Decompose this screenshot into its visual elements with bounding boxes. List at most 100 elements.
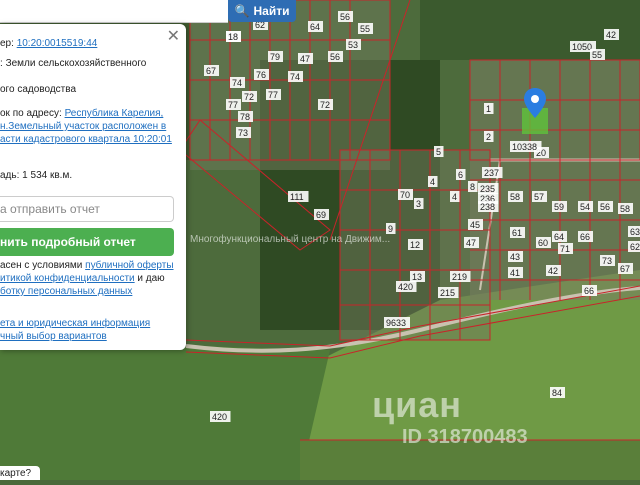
plot-number-label: 79	[270, 52, 280, 62]
offer-link[interactable]: публичной оферты	[85, 260, 173, 271]
plot-number-label: 215	[440, 288, 455, 298]
address-line2[interactable]: н.Земельный участок расположен в	[0, 121, 166, 133]
plot-number-label: 61	[512, 228, 522, 238]
plot-number-label: 5	[436, 147, 441, 157]
plot-number-label: 70	[400, 190, 410, 200]
search-icon: 🔍	[234, 4, 250, 18]
plot-number-label: 420	[212, 412, 227, 422]
plot-number-label: 2	[486, 132, 491, 142]
plot-number-label: 84	[552, 388, 562, 398]
plot-number-label: 111	[290, 192, 304, 202]
plot-number-label: 56	[330, 52, 340, 62]
plot-number-label: 420	[398, 282, 413, 292]
watermark: циан ID 318700483	[372, 384, 528, 448]
category-label: :	[0, 58, 3, 69]
plot-number-label: 58	[620, 204, 630, 214]
plot-number-label: 67	[620, 264, 630, 274]
plot-number-label: 9	[388, 224, 393, 234]
plot-number-label: 1	[486, 104, 491, 114]
plot-number-label: 12	[410, 240, 420, 250]
plot-number-label: 72	[320, 100, 330, 110]
cadastral-row: ер: 10:20:0015519:44	[0, 38, 97, 50]
plot-number-label: 9633	[386, 318, 406, 328]
plot-number-label: 56	[340, 12, 350, 22]
plot-number-label: 78	[240, 112, 250, 122]
plot-number-label: 77	[228, 100, 238, 110]
choice-link[interactable]: чный выбор вариантов	[0, 331, 107, 343]
plot-number-label: 73	[602, 256, 612, 266]
phone-input[interactable]: а отправить отчет	[0, 196, 174, 222]
plot-number-label: 47	[466, 238, 476, 248]
category-row: : Земли сельскохозяйственного	[0, 58, 146, 70]
plot-number-label: 64	[554, 232, 564, 242]
agree-prefix: асен с условиями	[0, 260, 83, 271]
search-button-label: Найти	[253, 4, 290, 18]
plot-number-label: 57	[534, 192, 544, 202]
plot-number-label: 69	[316, 210, 326, 220]
plot-number-label: 3	[416, 199, 421, 209]
plot-number-label: 55	[592, 50, 602, 60]
agree-row1: асен с условиями публичной оферты	[0, 260, 174, 272]
plot-number-label: 235	[480, 184, 495, 194]
watermark-logo: циан	[372, 384, 463, 425]
address-line3[interactable]: асти кадастрового квартала 10:20:01	[0, 134, 172, 146]
plot-number-label: 8	[470, 182, 475, 192]
plot-number-label: 55	[360, 24, 370, 34]
plot-number-label: 41	[510, 268, 520, 278]
search-input[interactable]	[0, 0, 228, 23]
map-question[interactable]: карте?	[0, 466, 40, 480]
plot-number-label: 74	[232, 78, 242, 88]
close-icon[interactable]: ✕	[167, 29, 180, 45]
plot-number-label: 54	[580, 202, 590, 212]
plot-number-label: 58	[510, 192, 520, 202]
plot-number-label: 74	[290, 72, 300, 82]
plot-number-label: 53	[348, 40, 358, 50]
plot-number-label: 76	[256, 70, 266, 80]
use-value: ого садоводства	[0, 84, 77, 95]
get-report-button[interactable]: нить подробный отчет	[0, 228, 174, 256]
plot-number-label: 63	[630, 227, 640, 237]
plot-number-label: 4	[452, 192, 457, 202]
area-value: 1 534 кв.м.	[22, 170, 73, 181]
plot-number-label: 237	[484, 168, 499, 178]
plot-number-label: 56	[600, 202, 610, 212]
plot-number-label: 18	[228, 32, 238, 42]
legal-info-link[interactable]: ета и юридическая информация	[0, 318, 150, 330]
plot-number-label: 62	[630, 242, 640, 252]
cadastral-number-link[interactable]: 10:20:0015519:44	[17, 38, 98, 49]
plot-number-label: 64	[310, 22, 320, 32]
plot-number-label: 77	[268, 90, 278, 100]
plot-number-label: 59	[554, 202, 564, 212]
area-label: адь:	[0, 170, 20, 181]
report-button-label: нить подробный отчет	[0, 235, 136, 249]
field-southwest	[0, 340, 330, 480]
phone-placeholder: а отправить отчет	[0, 202, 100, 216]
cadastral-label: ер:	[0, 38, 14, 49]
plot-number-label: 6	[458, 170, 463, 180]
plot-number-label: 71	[560, 244, 570, 254]
address-link[interactable]: Республика Карелия,	[65, 108, 164, 119]
plot-info-panel: ✕ ер: 10:20:0015519:44 : Земли сельскохо…	[0, 24, 186, 350]
plot-number-label: 219	[452, 272, 467, 282]
agree-mid: и даю	[137, 273, 165, 284]
plot-number-label: 238	[480, 202, 495, 212]
plot-number-label: 13	[412, 272, 422, 282]
search-button[interactable]: 🔍 Найти	[228, 0, 296, 22]
plot-number-label: 60	[538, 238, 548, 248]
category-value: Земли сельскохозяйственного	[5, 58, 147, 69]
plot-number-label: 4	[430, 177, 435, 187]
plot-number-label: 45	[470, 220, 480, 230]
plot-number-label: 67	[206, 66, 216, 76]
plot-number-label: 72	[244, 92, 254, 102]
plot-number-label: 42	[548, 266, 558, 276]
plot-number-label: 73	[238, 128, 248, 138]
privacy-link[interactable]: итикой конфиденциальности	[0, 273, 135, 284]
plot-number-label: 1050	[572, 42, 592, 52]
plot-number-label: 42	[606, 30, 616, 40]
plot-number-label: 10338	[512, 142, 537, 152]
plot-number-label: 43	[510, 252, 520, 262]
address-row: ок по адресу: Республика Карелия,	[0, 108, 163, 120]
plot-number-label: 66	[580, 232, 590, 242]
watermark-id: ID 318700483	[402, 426, 528, 448]
personal-data-link[interactable]: ботку персональных данных	[0, 286, 132, 298]
